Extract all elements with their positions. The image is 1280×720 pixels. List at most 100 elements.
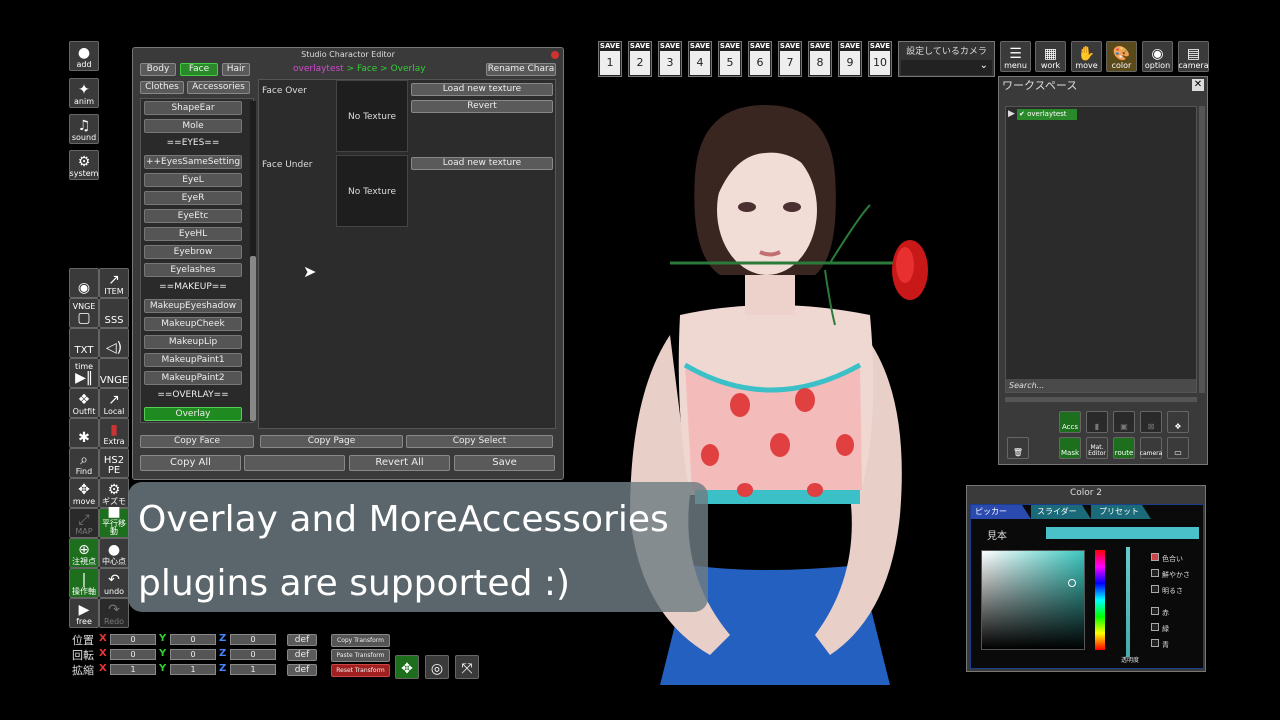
save-slot-button[interactable]: SAVE 10 <box>868 41 892 77</box>
list-item[interactable]: MakeupLip <box>144 335 242 349</box>
save-slot-button[interactable]: SAVE 5 <box>718 41 742 77</box>
item-button[interactable]: ↗ ITEM <box>99 268 129 298</box>
save-slot-button[interactable]: SAVE 4 <box>688 41 712 77</box>
load-texture-under-button[interactable]: Load new texture <box>411 157 553 170</box>
vnge-sss-button[interactable]: SSS <box>99 298 129 328</box>
revert-over-button[interactable]: Revert <box>411 100 553 113</box>
default-button[interactable]: def <box>287 649 317 661</box>
accs-button[interactable]: Accs <box>1059 411 1081 433</box>
save-slot-button[interactable]: SAVE 8 <box>808 41 832 77</box>
copy-face-button[interactable]: Copy Face <box>140 435 254 448</box>
close-icon[interactable] <box>551 51 559 59</box>
focus-point-button[interactable]: ⊕ 注視点 <box>69 538 99 568</box>
close-icon[interactable]: ✕ <box>1192 79 1204 91</box>
transform-x-field[interactable]: 0 <box>110 649 156 660</box>
color-mode-radio[interactable]: 緑 <box>1151 623 1169 634</box>
copy-all-button[interactable]: Copy All <box>140 455 241 471</box>
list-item[interactable]: MakeupEyeshadow <box>144 299 242 313</box>
work-button[interactable]: ▦ work <box>1035 41 1066 72</box>
revert-all-button[interactable]: Revert All <box>349 455 450 471</box>
copy-page-button[interactable]: Copy Page <box>260 435 403 448</box>
list-item[interactable]: EyeR <box>144 191 242 205</box>
list-item[interactable]: MakeupCheek <box>144 317 242 331</box>
saturation-value-picker[interactable] <box>981 550 1085 650</box>
transform-y-field[interactable]: 1 <box>170 664 216 675</box>
list-item[interactable]: EyeEtc <box>144 209 242 223</box>
vnge-book-button[interactable]: VNGE ▢ <box>69 298 99 328</box>
list-item[interactable]: ShapeEar <box>144 101 242 115</box>
tab-accessories[interactable]: Accessories <box>187 81 250 94</box>
save-slot-button[interactable]: SAVE 9 <box>838 41 862 77</box>
extra-button[interactable]: ▮ Extra <box>99 418 129 448</box>
transform-x-field[interactable]: 0 <box>110 634 156 645</box>
mask-button[interactable]: Mask <box>1059 437 1081 459</box>
move-gizmo-icon[interactable]: ✥ <box>395 655 419 679</box>
hs2pe-button[interactable]: HS2 PE <box>99 448 129 478</box>
opacity-slider[interactable] <box>1126 547 1130 657</box>
find-button[interactable]: ⌕ Find <box>69 448 99 478</box>
transform-z-field[interactable]: 1 <box>230 664 276 675</box>
save-button[interactable]: Save <box>454 455 555 471</box>
reset-transform-button[interactable]: Reset Transform <box>331 664 390 677</box>
copy-select-button[interactable]: Copy Select <box>406 435 553 448</box>
local-button[interactable]: ↗ Local <box>99 388 129 418</box>
parent-icon[interactable]: ▣ <box>1113 411 1135 433</box>
list-item[interactable]: Eyebrow <box>144 245 242 259</box>
camera-button[interactable]: ▤ camera <box>1178 41 1209 72</box>
tab-slider[interactable]: スライダー <box>1031 505 1091 519</box>
redo-button[interactable]: ↷ Redo <box>99 598 129 628</box>
burst-button[interactable]: ✱ <box>69 418 99 448</box>
list-item[interactable]: Eyelashes <box>144 263 242 277</box>
anim-button[interactable]: ✦ anim <box>69 78 99 108</box>
tree-item-overlaytest[interactable]: ✔ overlaytest <box>1017 109 1077 120</box>
add-button[interactable]: ● add <box>69 41 99 71</box>
transform-y-field[interactable]: 0 <box>170 649 216 660</box>
list-item[interactable]: MakeupPaint2 <box>144 371 242 385</box>
vnge-button[interactable]: VNGE <box>99 358 129 388</box>
workspace-hscrollbar[interactable] <box>1005 397 1197 402</box>
list-item[interactable]: ++EyesSameSetting <box>144 155 242 169</box>
outfit-button[interactable]: ❖ Outfit <box>69 388 99 418</box>
vnge-sound-button[interactable]: ◁) <box>99 328 129 358</box>
workspace-tree[interactable]: ▶ ✔ overlaytest Search... <box>1005 106 1197 393</box>
trash-icon[interactable]: 🗑 <box>1007 437 1029 459</box>
option-button[interactable]: ◉ option <box>1142 41 1173 72</box>
map-button[interactable]: ⤢ MAP <box>69 508 99 538</box>
list-item[interactable]: Overlay <box>144 407 242 421</box>
workspace-scrollbar[interactable] <box>1199 106 1205 393</box>
save-slot-button[interactable]: SAVE 1 <box>598 41 622 77</box>
hue-slider[interactable] <box>1095 550 1105 650</box>
tab-clothes[interactable]: Clothes <box>140 81 184 94</box>
category-list[interactable]: ShapeEar Mole ==EYES== ++EyesSameSetting Eye… <box>140 98 256 423</box>
undo-button[interactable]: ↶ undo <box>99 568 129 598</box>
default-button[interactable]: def <box>287 634 317 646</box>
transform-y-field[interactable]: 0 <box>170 634 216 645</box>
list-item[interactable]: Mole <box>144 119 242 133</box>
center-point-button[interactable]: ● 中心点 <box>99 538 129 568</box>
save-slot-button[interactable]: SAVE 2 <box>628 41 652 77</box>
copy-transform-button[interactable]: Copy Transform <box>331 634 390 647</box>
scroll-thumb[interactable] <box>250 256 256 421</box>
folder-icon[interactable]: ▭ <box>1167 437 1189 459</box>
list-item[interactable]: EyeL <box>144 173 242 187</box>
tab-preset[interactable]: プリセット <box>1091 505 1151 519</box>
axis-op-button[interactable]: | 操作軸 <box>69 568 99 598</box>
rename-chara-button[interactable]: Rename Chara <box>486 63 556 76</box>
save-slot-button[interactable]: SAVE 3 <box>658 41 682 77</box>
screenshot-button[interactable]: ◉ <box>69 268 99 298</box>
list-item[interactable]: MakeupPaint1 <box>144 353 242 367</box>
parallel-move-button[interactable]: ■ 平行移動 <box>99 505 129 538</box>
free-camera-button[interactable]: ▶ free <box>69 598 99 628</box>
obj-copy-icon[interactable]: ❖ <box>1167 411 1189 433</box>
transform-z-field[interactable]: 0 <box>230 649 276 660</box>
tab-picker[interactable]: ピッカー <box>971 505 1031 519</box>
time-button[interactable]: time ▶‖ <box>69 358 99 388</box>
color-mode-radio[interactable]: 色合い <box>1151 553 1183 564</box>
search-input[interactable]: Search... <box>1006 379 1196 392</box>
tab-hair[interactable]: Hair <box>222 63 250 76</box>
transform-x-field[interactable]: 1 <box>110 664 156 675</box>
blank-button[interactable] <box>244 455 345 471</box>
list-scrollbar[interactable] <box>250 101 256 421</box>
chevron-down-icon[interactable]: ⌄ <box>901 60 992 75</box>
ws-camera-button[interactable]: camera <box>1140 437 1162 459</box>
